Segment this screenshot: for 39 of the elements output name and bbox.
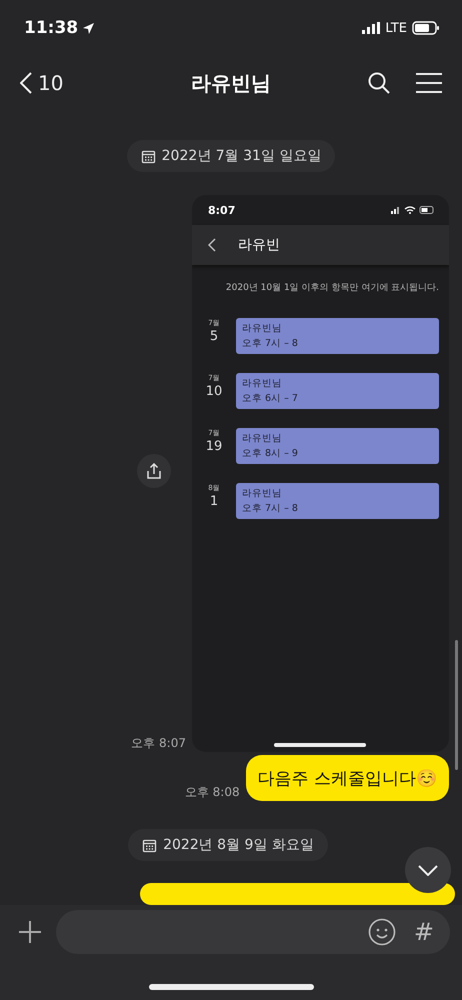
search-icon[interactable] (368, 72, 390, 94)
location-icon (82, 22, 96, 34)
emoji-icon[interactable] (368, 918, 396, 946)
signal-icon (362, 22, 380, 34)
add-button[interactable] (18, 920, 42, 944)
back-button[interactable]: 10 (20, 71, 64, 95)
status-icons (391, 205, 435, 215)
back-icon (208, 238, 216, 252)
message-time: 오후 8:07 (131, 735, 186, 752)
date-text: 2022년 8월 9일 화요일 (163, 836, 314, 854)
scroll-down-button[interactable] (405, 847, 451, 893)
event-day: 1 (210, 494, 218, 509)
chevron-down-icon (418, 864, 438, 876)
screenshot-title: 라유빈 (238, 236, 280, 254)
event-day: 19 (206, 439, 222, 454)
clock: 11:38 (24, 18, 78, 38)
event-card: 라유빈님 오후 7시 – 8 (236, 483, 439, 519)
plus-icon (18, 920, 42, 944)
calendar-icon (140, 148, 156, 164)
battery-icon (412, 21, 440, 35)
event-card: 라유빈님 오후 6시 – 7 (236, 373, 439, 409)
message-bubble: 다음주 스케줄입니다☺ (246, 755, 449, 801)
share-button[interactable] (137, 454, 171, 488)
event-day: 10 (206, 384, 222, 399)
event-card: 라유빈님 오후 7시 – 8 (236, 318, 439, 354)
hashtag-button[interactable]: # (414, 918, 434, 946)
status-time: 8:07 (208, 204, 236, 216)
message-input[interactable]: # (56, 910, 450, 954)
event-card: 라유빈님 오후 8시 – 9 (236, 428, 439, 464)
calendar-icon (142, 838, 158, 852)
chevron-left-icon (20, 72, 32, 94)
network-label: LTE (385, 20, 407, 36)
date-text: 2022년 7월 31일 일요일 (162, 147, 322, 165)
event-day: 5 (210, 329, 218, 344)
share-icon (146, 463, 162, 479)
message-time: 오후 8:08 (184, 784, 240, 801)
menu-icon[interactable] (416, 73, 442, 93)
chat-title: 라유빈님 (191, 70, 271, 94)
notice-text: 2020년 10월 1일 이후의 항목만 여기에 표시됩니다. (224, 282, 439, 294)
